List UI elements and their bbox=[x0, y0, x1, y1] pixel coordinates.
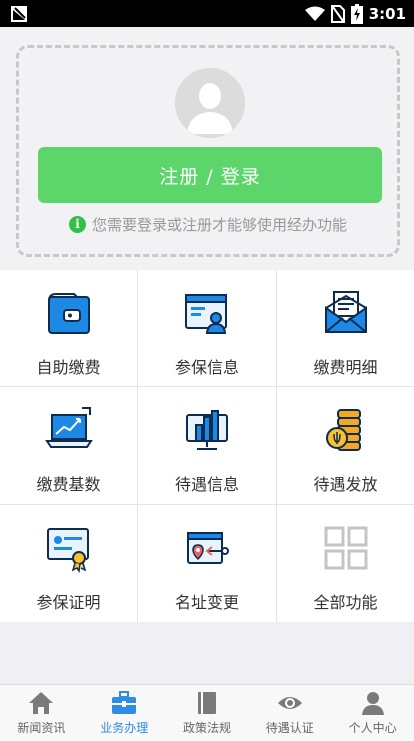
home-icon bbox=[29, 692, 54, 714]
app-notification-icon bbox=[11, 5, 27, 22]
login-hint-text: 您需要登录或注册才能够使用经办功能 bbox=[91, 216, 347, 234]
grid-item-insurance-certificate[interactable]: 参保证明 bbox=[0, 505, 138, 622]
grid-item-label: 名址变更 bbox=[174, 593, 239, 612]
grid-item-label: 待遇信息 bbox=[174, 475, 239, 494]
wifi-icon bbox=[304, 6, 325, 21]
person-icon bbox=[361, 692, 384, 715]
grid-item-label: 参保证明 bbox=[36, 593, 101, 612]
grid-item-label: 参保信息 bbox=[174, 358, 239, 377]
login-section: 注册 / 登录 i 您需要登录或注册才能够使用经办功能 bbox=[0, 27, 414, 270]
nav-item-profile[interactable]: 个人中心 bbox=[331, 685, 414, 741]
laptop-chart-icon bbox=[44, 407, 93, 448]
nav-item-news[interactable]: 新闻资讯 bbox=[0, 685, 83, 741]
grid-item-label: 自助缴费 bbox=[36, 358, 101, 377]
briefcase-icon bbox=[112, 691, 137, 714]
battery-charging-icon bbox=[350, 3, 363, 24]
book-icon bbox=[197, 692, 216, 714]
default-avatar-icon bbox=[175, 68, 245, 138]
address-card-icon bbox=[187, 532, 229, 564]
login-hint: i 您需要登录或注册才能够使用经办功能 bbox=[19, 214, 397, 235]
envelope-icon bbox=[324, 291, 367, 333]
nav-item-business[interactable]: 业务办理 bbox=[83, 685, 166, 741]
grid-item-label: 待遇发放 bbox=[313, 475, 378, 494]
grid-item-label: 缴费基数 bbox=[36, 475, 101, 494]
nav-label: 待遇认证 bbox=[265, 721, 314, 735]
nav-item-policy[interactable]: 政策法规 bbox=[166, 685, 249, 741]
grid-item-payment-base[interactable]: 缴费基数 bbox=[0, 387, 138, 505]
info-icon: i bbox=[68, 216, 86, 233]
grid-item-payment-details[interactable]: 缴费明细 bbox=[277, 270, 414, 387]
grid-item-benefit-info[interactable]: 待遇信息 bbox=[138, 387, 277, 505]
status-bar: 3:01 bbox=[0, 0, 414, 27]
nav-item-certification[interactable]: 待遇认证 bbox=[248, 685, 331, 741]
certificate-icon bbox=[46, 528, 89, 573]
eye-icon bbox=[277, 697, 302, 709]
bottom-nav: 新闻资讯 业务办理 政策法规 待遇认证 个人中心 bbox=[0, 684, 414, 741]
wallet-icon bbox=[47, 293, 90, 334]
grid-item-address-change[interactable]: 名址变更 bbox=[138, 505, 277, 622]
clock: 3:01 bbox=[368, 4, 406, 23]
login-card: 注册 / 登录 i 您需要登录或注册才能够使用经办功能 bbox=[16, 45, 400, 257]
grid-item-all-functions[interactable]: 全部功能 bbox=[277, 505, 414, 622]
avatar[interactable] bbox=[175, 68, 245, 138]
no-sim-icon bbox=[330, 4, 345, 23]
grid-item-label: 全部功能 bbox=[313, 593, 378, 612]
function-grid: 自助缴费 参保信息 缴费明细 缴费基数 待遇信息 待遇发放 参保证明 名址变更 … bbox=[0, 270, 414, 622]
nav-label: 业务办理 bbox=[100, 721, 149, 735]
grid-item-self-payment[interactable]: 自助缴费 bbox=[0, 270, 138, 387]
grid-item-insurance-info[interactable]: 参保信息 bbox=[138, 270, 277, 387]
coin-stack-icon bbox=[325, 409, 361, 451]
register-login-button[interactable]: 注册 / 登录 bbox=[38, 147, 382, 203]
grid-icon bbox=[324, 526, 367, 570]
nav-label: 政策法规 bbox=[182, 721, 231, 735]
nav-label: 个人中心 bbox=[348, 721, 397, 735]
grid-item-benefit-payout[interactable]: 待遇发放 bbox=[277, 387, 414, 505]
nav-label: 新闻资讯 bbox=[17, 721, 66, 735]
bar-chart-monitor-icon bbox=[186, 410, 228, 450]
grid-item-label: 缴费明细 bbox=[313, 358, 378, 377]
id-card-icon bbox=[185, 294, 227, 334]
